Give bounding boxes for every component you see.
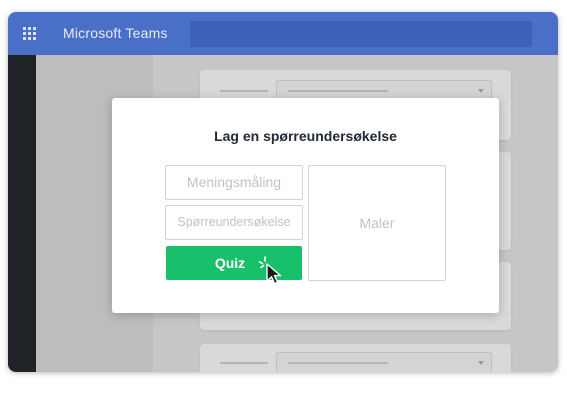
background-card [200,344,511,372]
quiz-label: Quiz [214,255,246,271]
create-survey-dialog: Lag en spørreundersøkelse Meningsmåling … [112,98,499,313]
mouse-pointer-icon [266,263,282,285]
survey-option[interactable]: Spørreundersøkelse [165,205,303,240]
dialog-title: Lag en spørreundersøkelse [214,128,397,144]
templates-option[interactable]: Maler [308,165,446,281]
quiz-button[interactable]: Quiz [166,246,302,285]
app-grid-icon[interactable] [23,27,36,40]
app-rail [8,55,36,372]
search-bar[interactable] [190,21,532,47]
poll-option[interactable]: Meningsmåling [165,165,303,200]
app-title: Microsoft Teams [63,25,168,41]
title-bar: Microsoft Teams [8,12,558,55]
